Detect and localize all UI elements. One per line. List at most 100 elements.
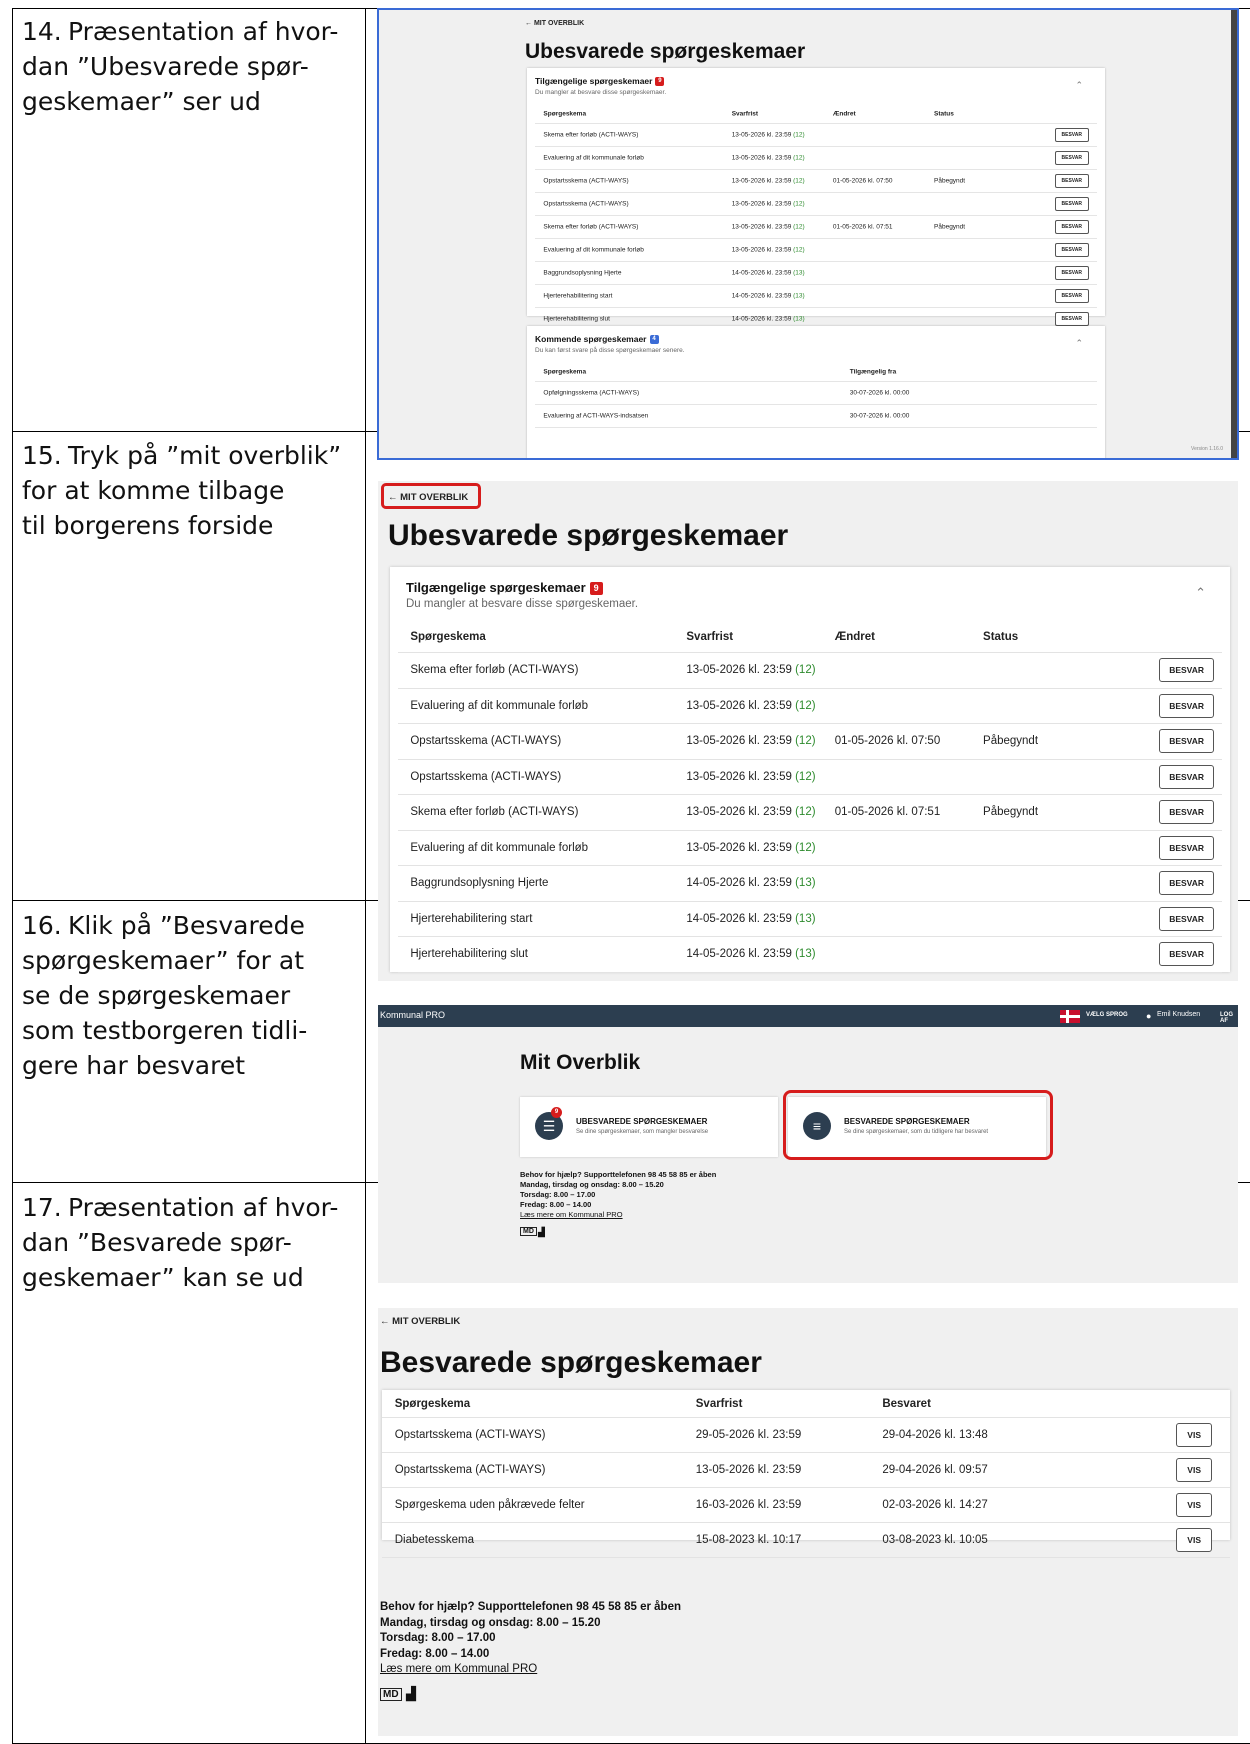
days-left: (13) bbox=[795, 877, 816, 890]
table-row: Evaluering af dit kommunale forløb 13-05-… bbox=[535, 147, 1097, 170]
deadline-cell: 14-05-2026 kl. 23:59 (13) bbox=[686, 948, 816, 961]
manufacturer-icon: ▟ bbox=[406, 1686, 416, 1701]
table-row: Skema efter forløb (ACTI-WAYS) 13-05-2026… bbox=[535, 216, 1097, 239]
questionnaire-name: Hjerterehabilitering start bbox=[543, 292, 613, 300]
back-label: MIT OVERBLIK bbox=[392, 1316, 461, 1327]
table-header-row: Spørgeskema Svarfrist Ændret Status bbox=[398, 621, 1222, 653]
help-line: Mandag, tirsdag og onsdag: 8.00 – 15.20 bbox=[380, 1616, 601, 1629]
deadline-cell: 13-05-2026 kl. 23:59 (12) bbox=[731, 200, 805, 208]
step-15-text: 15. Tryk på ”mit overblik” for at komme t… bbox=[22, 438, 342, 543]
page-title: Ubesvarede spørgeskemaer bbox=[388, 519, 789, 552]
changed-cell: 01-05-2026 kl. 07:50 bbox=[834, 735, 941, 748]
besvar-button[interactable]: BESVAR bbox=[1159, 658, 1214, 683]
step-description: Præsentation af hvor- dan ”Besvarede spø… bbox=[22, 1193, 339, 1292]
available-from-cell: 30-07-2026 kl. 00:00 bbox=[849, 389, 910, 397]
questionnaire-name: Diabetesskema bbox=[394, 1534, 474, 1546]
besvar-button[interactable]: BESVAR bbox=[1054, 151, 1089, 165]
deadline-cell: 13-05-2026 kl. 23:59 (12) bbox=[686, 699, 816, 712]
table-row: Opstartsskema (ACTI-WAYS) 13-05-2026 kl. … bbox=[398, 724, 1222, 760]
table-row: Opstartsskema (ACTI-WAYS) 13-05-2026 kl. … bbox=[398, 760, 1222, 795]
about-link[interactable]: Læs mere om Kommunal PRO bbox=[520, 1210, 716, 1220]
deadline-cell: 13-05-2026 kl. 23:59 (12) bbox=[731, 246, 805, 254]
scrollbar[interactable] bbox=[1231, 10, 1237, 458]
questionnaire-name: Opstartsskema (ACTI-WAYS) bbox=[410, 770, 562, 783]
column-header: Svarfrist bbox=[695, 1397, 743, 1410]
questionnaire-name: Opstartsskema (ACTI-WAYS) bbox=[543, 177, 629, 185]
besvar-button[interactable]: BESVAR bbox=[1054, 243, 1089, 257]
danish-flag-icon[interactable] bbox=[1060, 1010, 1080, 1023]
days-left: (12) bbox=[795, 664, 816, 677]
column-header: Status bbox=[934, 110, 954, 117]
vis-button[interactable]: VIS bbox=[1176, 1423, 1212, 1447]
besvar-button[interactable]: BESVAR bbox=[1054, 197, 1089, 211]
chevron-up-icon[interactable]: ⌃ bbox=[1075, 80, 1083, 91]
back-link[interactable]: ← MIT OVERBLIK bbox=[525, 20, 584, 27]
status-cell: Påbegyndt bbox=[934, 177, 966, 185]
table-row: Evaluering af dit kommunale forløb 13-05-… bbox=[398, 689, 1222, 724]
days-left: (13) bbox=[795, 912, 816, 925]
page-title: Besvarede spørgeskemaer bbox=[380, 1346, 762, 1379]
tile-title: UBESVAREDE SPØRGESKEMAER bbox=[576, 1117, 708, 1126]
days-left: (12) bbox=[793, 154, 805, 162]
answered-table: Spørgeskema Svarfrist Besvaret Opstartsskem… bbox=[382, 1390, 1230, 1558]
highlight-box bbox=[783, 1090, 1053, 1160]
questionnaire-name: Hjerterehabilitering slut bbox=[410, 948, 528, 961]
table-row: Opstartsskema (ACTI-WAYS) 29-05-2026 kl. … bbox=[382, 1418, 1230, 1453]
deadline-cell: 13-05-2026 kl. 23:59 (12) bbox=[731, 223, 805, 231]
besvar-button[interactable]: BESVAR bbox=[1159, 871, 1214, 896]
chevron-up-icon[interactable]: ⌃ bbox=[1075, 338, 1083, 349]
vis-button[interactable]: VIS bbox=[1176, 1458, 1212, 1482]
deadline-cell: 14-05-2026 kl. 23:59 (13) bbox=[731, 315, 805, 323]
vis-button[interactable]: VIS bbox=[1176, 1528, 1212, 1552]
about-link[interactable]: Læs mere om Kommunal PRO bbox=[380, 1662, 681, 1678]
besvar-button[interactable]: BESVAR bbox=[1159, 693, 1214, 718]
step-description: Tryk på ”mit overblik” for at komme tilb… bbox=[22, 441, 342, 540]
deadline-cell: 14-05-2026 kl. 23:59 (13) bbox=[686, 912, 816, 925]
table-row: Hjerterehabilitering start 14-05-2026 kl.… bbox=[535, 285, 1097, 308]
version-label: Version 1.16.0 bbox=[1191, 446, 1223, 452]
days-left: (12) bbox=[793, 223, 805, 231]
besvar-button[interactable]: BESVAR bbox=[1159, 942, 1214, 967]
deadline-cell: 16-03-2026 kl. 23:59 bbox=[695, 1499, 802, 1511]
column-header: Ændret bbox=[834, 630, 875, 643]
answered-cell: 29-04-2026 kl. 13:48 bbox=[882, 1429, 988, 1441]
besvar-button[interactable]: BESVAR bbox=[1159, 729, 1214, 754]
step-number: 15. bbox=[22, 441, 62, 470]
manufacturer-icon: ▟ bbox=[538, 1227, 545, 1237]
column-header: Status bbox=[983, 630, 1019, 643]
questionnaire-name: Opstartsskema (ACTI-WAYS) bbox=[394, 1464, 546, 1476]
table-row: Hjerterehabilitering start 14-05-2026 kl.… bbox=[398, 902, 1222, 937]
available-table: Spørgeskema Svarfrist Ændret Status Skema ef… bbox=[535, 104, 1097, 331]
days-left: (13) bbox=[793, 292, 805, 300]
besvar-button[interactable]: BESVAR bbox=[1054, 128, 1089, 142]
besvar-button[interactable]: BESVAR bbox=[1054, 266, 1089, 280]
logout-button[interactable]: LOG AF bbox=[1220, 1012, 1238, 1024]
user-name[interactable]: Emil Knudsen bbox=[1157, 1011, 1200, 1018]
besvar-button[interactable]: BESVAR bbox=[1054, 174, 1089, 188]
questionnaire-name: Opfølgningsskema (ACTI-WAYS) bbox=[543, 389, 640, 397]
available-from-cell: 30-07-2026 kl. 00:00 bbox=[849, 412, 910, 420]
table-row: Opstartsskema (ACTI-WAYS) 13-05-2026 kl. … bbox=[382, 1453, 1230, 1488]
besvar-button[interactable]: BESVAR bbox=[1159, 835, 1214, 860]
vis-button[interactable]: VIS bbox=[1176, 1493, 1212, 1517]
questionnaire-name: Hjerterehabilitering start bbox=[410, 912, 533, 925]
column-header: Spørgeskema bbox=[394, 1397, 471, 1410]
besvar-button[interactable]: BESVAR bbox=[1159, 764, 1214, 789]
besvar-button[interactable]: BESVAR bbox=[1054, 220, 1089, 234]
language-button[interactable]: VÆLG SPROG bbox=[1086, 1012, 1128, 1018]
count-badge: 9 bbox=[655, 77, 665, 87]
chevron-up-icon[interactable]: ⌃ bbox=[1195, 585, 1206, 601]
besvar-button[interactable]: BESVAR bbox=[1054, 312, 1089, 326]
besvar-button[interactable]: BESVAR bbox=[1054, 289, 1089, 303]
besvar-button[interactable]: BESVAR bbox=[1159, 906, 1214, 931]
table-row: Hjerterehabilitering slut 14-05-2026 kl. … bbox=[398, 937, 1222, 973]
help-line: Behov for hjælp? Supporttelefonen 98 45 … bbox=[520, 1170, 717, 1179]
help-line: Behov for hjælp? Supporttelefonen 98 45 … bbox=[380, 1601, 681, 1613]
tile-unanswered[interactable]: ☰ 9 UBESVAREDE SPØRGESKEMAER Se dine spø… bbox=[520, 1097, 778, 1157]
back-link[interactable]: ← MIT OVERBLIK bbox=[380, 1316, 460, 1327]
help-text: Behov for hjælp? Supporttelefonen 98 45 … bbox=[520, 1170, 716, 1220]
besvar-button[interactable]: BESVAR bbox=[1159, 800, 1214, 825]
deadline-cell: 13-05-2026 kl. 23:59 (12) bbox=[686, 806, 816, 819]
help-line: Mandag, tirsdag og onsdag: 8.00 – 15.20 bbox=[520, 1180, 664, 1189]
column-header: Svarfrist bbox=[686, 630, 734, 643]
